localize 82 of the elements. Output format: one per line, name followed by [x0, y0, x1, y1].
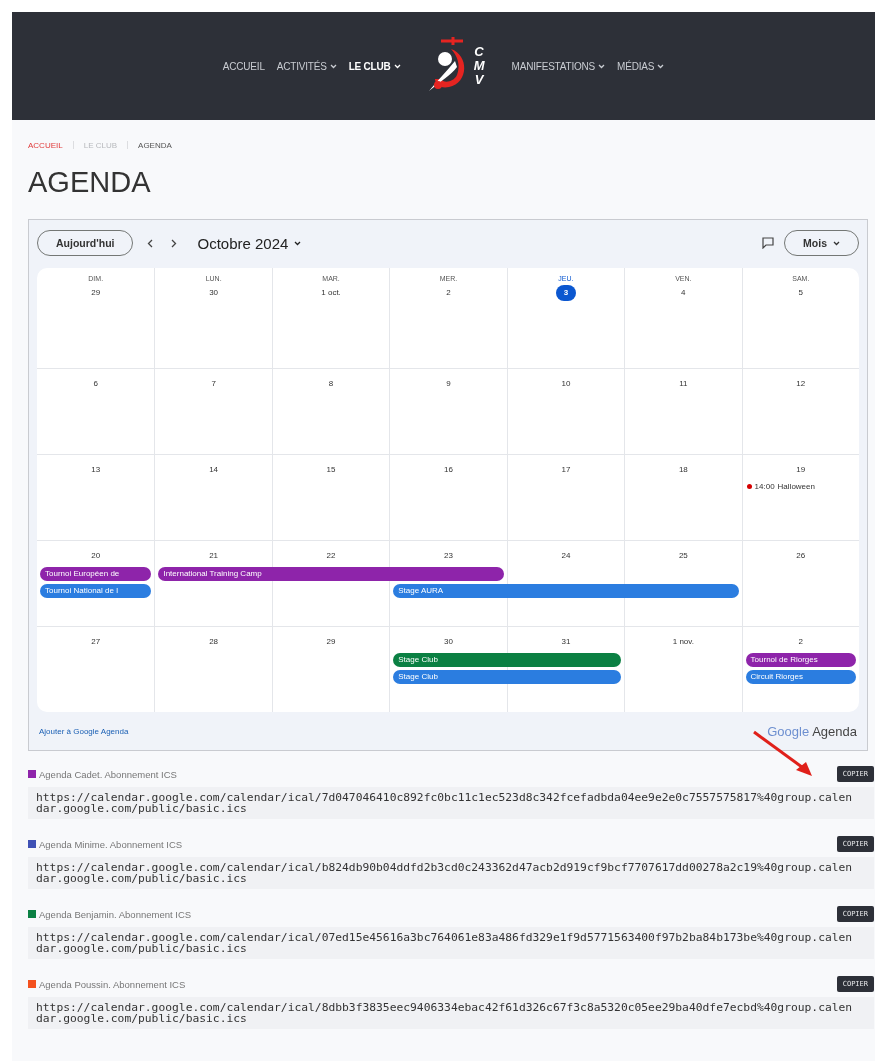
month-selector[interactable]: Octobre 2024: [191, 233, 308, 253]
day-number[interactable]: 10: [555, 376, 576, 392]
breadcrumb-link[interactable]: ACCUEIL: [28, 140, 63, 150]
day-number[interactable]: 16: [438, 462, 459, 478]
event-chip[interactable]: Stage AURA: [393, 584, 508, 598]
event-title: Stage Club: [398, 655, 438, 664]
day-number[interactable]: 4: [673, 285, 694, 301]
day-number[interactable]: 30: [203, 285, 224, 301]
event-title: Circuit Riorges: [750, 672, 804, 681]
event-title: Tournoi National de l: [45, 586, 118, 595]
day-number[interactable]: 1 oct.: [319, 285, 343, 301]
day-number[interactable]: 5: [790, 285, 811, 301]
day-number[interactable]: 15: [321, 462, 342, 478]
event-title: Stage AURA: [398, 586, 444, 595]
event-chip[interactable]: Circuit Riorges: [745, 670, 856, 684]
brand-logo-text: Google: [767, 723, 810, 739]
day-number[interactable]: 2: [790, 634, 811, 650]
event-chip[interactable]: Stage Club: [393, 653, 508, 667]
event-title: International Training Camp: [163, 569, 262, 578]
event-title: Halloween: [777, 482, 815, 491]
ics-url: https://calendar.google.com/calendar/ical/b824db90b04ddfd2b3cd0c243362d47acb2d919cf9bcf7707617dd00278a2c19%40group.calendar.google.com/public/basic.ics: [28, 857, 874, 889]
day-number[interactable]: 2: [438, 285, 459, 301]
ics-url: https://calendar.google.com/calendar/ical/07ed15e45616a3bc764061e83a486fd329e1f9d5771563400f97b2ba84b173be%40group.calendar.google.com/public/basic.ics: [28, 927, 874, 959]
subscription-label: Agenda Minime. Abonnement ICS: [39, 838, 183, 850]
event-chip[interactable]: Tournoi National de l: [40, 584, 152, 598]
brand-suffix: Agenda: [812, 723, 857, 739]
page-title: AGENDA: [28, 166, 152, 200]
day-number[interactable]: 7: [203, 376, 224, 392]
day-number[interactable]: 14: [203, 462, 224, 478]
chevron-right-icon: [171, 238, 178, 248]
breadcrumb-current[interactable]: AGENDA: [138, 140, 172, 150]
day-number[interactable]: 1 nov.: [670, 634, 696, 650]
day-number[interactable]: 13: [85, 462, 106, 478]
day-number[interactable]: 20: [85, 548, 106, 564]
day-number[interactable]: 11: [673, 376, 694, 392]
subscription-label: Agenda Benjamin. Abonnement ICS: [39, 908, 192, 920]
day-number[interactable]: 29: [85, 285, 106, 301]
event-bar-segment[interactable]: [507, 670, 622, 684]
day-number[interactable]: 18: [673, 462, 694, 478]
event-title: Stage Club: [398, 672, 438, 681]
nav-link[interactable]: MÉDIAS: [617, 60, 665, 72]
nav-link[interactable]: LE CLUB: [348, 60, 401, 72]
event-chip[interactable]: International Training Camp: [158, 567, 273, 581]
day-number[interactable]: 23: [438, 548, 459, 564]
day-number[interactable]: 22: [321, 548, 342, 564]
add-to-calendar-link[interactable]: Ajouter à Google Agenda: [39, 726, 129, 736]
logo-text: CMV: [472, 44, 486, 88]
day-number[interactable]: 9: [438, 376, 459, 392]
day-number[interactable]: 29: [321, 634, 342, 650]
day-number[interactable]: 27: [85, 634, 106, 650]
day-number[interactable]: 8: [321, 376, 342, 392]
event-time: 14:00: [754, 482, 775, 491]
day-number[interactable]: 17: [555, 462, 576, 478]
day-number[interactable]: 28: [203, 634, 224, 650]
day-number[interactable]: 12: [790, 376, 811, 392]
day-number[interactable]: 31: [555, 634, 576, 650]
nav-link[interactable]: ACCUEIL: [222, 60, 265, 72]
subscription-label: Agenda Poussin. Abonnement ICS: [39, 978, 186, 990]
event-title: Tournoi de Riorges: [750, 655, 818, 664]
chevron-left-icon: [147, 238, 154, 248]
caret-icon: [294, 240, 302, 246]
subscription-label: Agenda Cadet. Abonnement ICS: [39, 768, 177, 780]
day-number[interactable]: 24: [555, 548, 576, 564]
caret-icon: [833, 240, 840, 246]
event-chip[interactable]: Tournoi Européen de: [40, 567, 152, 581]
event-item[interactable]: 14:00 Halloween: [746, 482, 855, 491]
feedback-icon[interactable]: [762, 237, 775, 249]
event-chip[interactable]: Tournoi de Riorges: [745, 653, 856, 667]
nav-link[interactable]: ACTIVITÉS: [276, 60, 337, 72]
day-number[interactable]: 6: [85, 376, 106, 392]
nav-link[interactable]: MANIFESTATIONS: [511, 60, 606, 72]
event-chip[interactable]: Stage Club: [393, 670, 508, 684]
day-number[interactable]: 19: [790, 462, 811, 478]
day-number[interactable]: 25: [673, 548, 694, 564]
event-title: Tournoi Européen de: [45, 569, 120, 578]
day-number[interactable]: 3: [555, 285, 576, 301]
day-number[interactable]: 26: [790, 548, 811, 564]
day-number[interactable]: 30: [438, 634, 459, 650]
ics-url: https://calendar.google.com/calendar/ical/8dbb3f3835eec9406334ebac42f61d326c67f3c8a5320c05ee29ba40dfe7ecbd%40group.calendar.google.com/public/basic.ics: [28, 997, 874, 1029]
event-bar-segment[interactable]: [507, 653, 622, 667]
ics-url: https://calendar.google.com/calendar/ical/7d047046410c892fc0bc11c1ec523d8c342fcefadbda04ee9e2e0c7557575817%40group.calendar.google.com/public/basic.ics: [28, 787, 874, 819]
day-number[interactable]: 21: [203, 548, 224, 564]
